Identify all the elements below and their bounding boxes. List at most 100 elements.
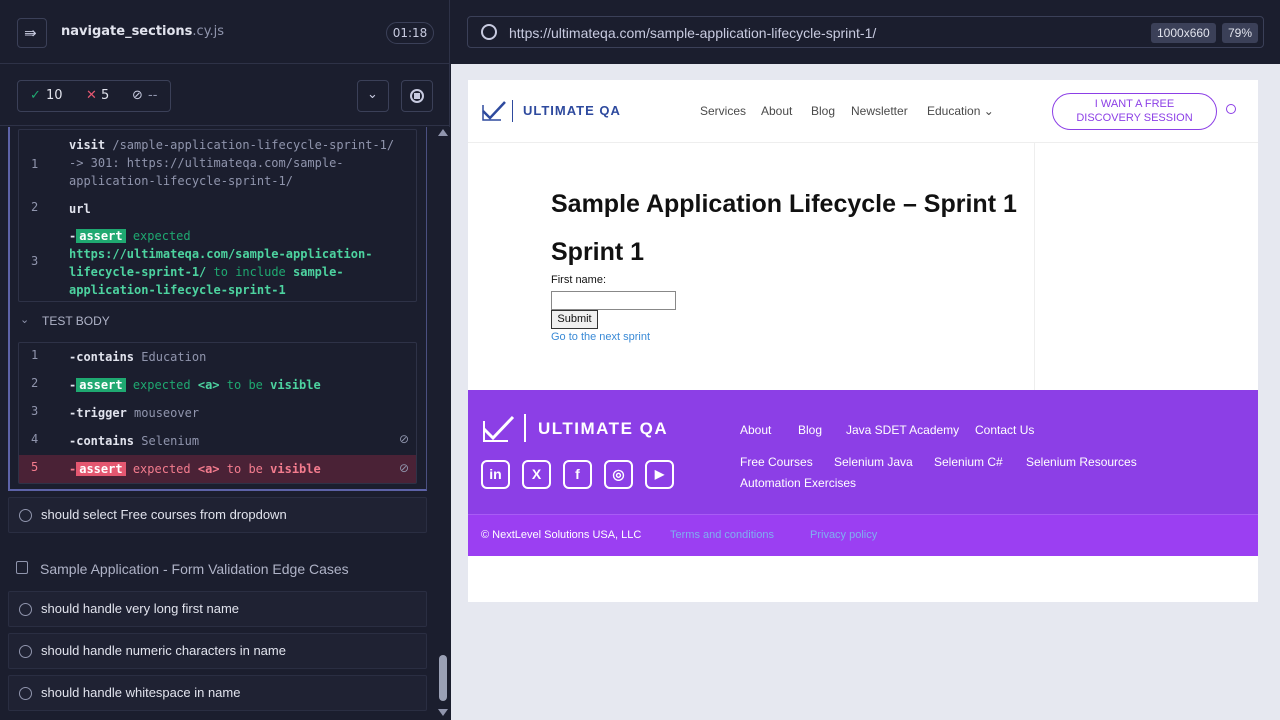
logo-divider (524, 414, 526, 442)
assert-badge: assert (76, 462, 126, 476)
footer-link-selenium-java[interactable]: Selenium Java (834, 455, 913, 469)
test-title: should select Free courses from dropdown (41, 507, 287, 522)
content-divider (1034, 143, 1035, 390)
nav-blog[interactable]: Blog (811, 104, 835, 118)
nav-education[interactable]: Education ⌄ (927, 104, 994, 118)
command-arg: /sample-application-lifecycle-sprint-1/ … (69, 138, 395, 188)
passed-count: 10 (46, 88, 63, 103)
chevron-down-icon: ⌄ (20, 313, 30, 326)
stats-group: ✓ 10 ✕ 5 ⊘ -- (17, 80, 171, 112)
toggle-specs-button[interactable]: ⇛ (17, 18, 47, 48)
command-contains[interactable]: 1 -contains Education (19, 348, 416, 366)
command-trigger[interactable]: 3 -trigger mouseover (19, 404, 416, 422)
command-body: -contains Selenium (69, 434, 200, 448)
facebook-icon[interactable]: f (563, 460, 592, 489)
footer-link-automation-exercises[interactable]: Automation Exercises (740, 476, 856, 490)
command-body: - assert expected <a> to be visible (69, 378, 321, 392)
footer-link-contact[interactable]: Contact Us (975, 423, 1034, 437)
privacy-link[interactable]: Privacy policy (810, 529, 877, 541)
command-number: 3 (31, 254, 39, 268)
spec-name: navigate_sections.cy.js (61, 24, 225, 39)
suite-icon (16, 561, 28, 574)
command-body: url (69, 200, 404, 218)
first-name-input[interactable] (551, 291, 676, 310)
pending-count: -- (148, 88, 158, 103)
eye-slash-icon[interactable]: ⊘ (399, 432, 409, 446)
pending-circle-icon (19, 509, 32, 522)
nav-newsletter[interactable]: Newsletter (851, 104, 908, 118)
scrollbar-thumb[interactable] (439, 655, 447, 701)
before-commands-box: 1 visit /sample-application-lifecycle-sp… (18, 129, 417, 302)
command-number: 3 (31, 404, 39, 418)
command-assert[interactable]: 3 - assert expected https://ultimateqa.co… (19, 227, 416, 299)
test-body-toggle[interactable]: ⌄ TEST BODY (18, 313, 218, 331)
viewport-size-badge[interactable]: 1000x660 (1151, 23, 1216, 43)
options-dropdown-button[interactable]: ⌄ (357, 80, 389, 112)
command-body: - assert expected <a> to be visible (69, 462, 321, 476)
footer-link-free-courses[interactable]: Free Courses (740, 455, 813, 469)
command-log: 1 visit /sample-application-lifecycle-sp… (0, 127, 436, 720)
chevron-down-icon: ⌄ (367, 87, 378, 102)
test-body-commands: 1 -contains Education 2 - assert expected… (18, 342, 417, 484)
eye-slash-icon[interactable]: ⊘ (399, 461, 409, 475)
command-body: -trigger mouseover (69, 406, 200, 420)
instagram-icon[interactable]: ◎ (604, 460, 633, 489)
test-row[interactable]: should handle numeric characters in name (8, 633, 427, 669)
footer-link-about[interactable]: About (740, 423, 771, 437)
chevron-down-icon: ⌄ (983, 104, 994, 118)
check-logo-icon (482, 101, 506, 121)
command-contains[interactable]: 4 -contains Selenium ⊘ (19, 432, 416, 450)
next-sprint-link[interactable]: Go to the next sprint (551, 331, 650, 343)
url-text: https://ultimateqa.com/sample-applicatio… (509, 25, 877, 41)
site-footer: ULTIMATE QA in X f ◎ ▶ About Blog Java S… (468, 390, 1258, 514)
zoom-badge[interactable]: 79% (1222, 23, 1259, 43)
stop-button[interactable] (401, 80, 433, 112)
command-number: 4 (31, 432, 39, 446)
logo-text: ULTIMATE QA (523, 103, 621, 118)
reporter-scrollbar[interactable] (436, 127, 450, 720)
check-logo-icon (482, 415, 515, 442)
command-number: 1 (31, 157, 39, 171)
linkedin-icon[interactable]: in (481, 460, 510, 489)
first-name-label: First name: (551, 274, 607, 286)
site-logo[interactable]: ULTIMATE QA (481, 100, 631, 124)
url-field[interactable]: https://ultimateqa.com/sample-applicatio… (467, 16, 1264, 48)
site-header: ULTIMATE QA Services About Blog Newslett… (468, 80, 1258, 143)
assert-badge: assert (76, 229, 126, 243)
nav-services[interactable]: Services (700, 104, 746, 118)
terms-link[interactable]: Terms and conditions (670, 529, 774, 541)
footer-link-blog[interactable]: Blog (798, 423, 822, 437)
passed-icon: ✓ (30, 88, 41, 103)
test-row[interactable]: should handle whitespace in name (8, 675, 427, 711)
command-body: visit /sample-application-lifecycle-spri… (69, 136, 404, 190)
test-row[interactable]: should select Free courses from dropdown (8, 497, 427, 533)
stats-bar: ✓ 10 ✕ 5 ⊘ -- ⌄ (0, 64, 450, 126)
command-body: - assert expected https://ultimateqa.com/… (69, 229, 373, 297)
logo-divider (512, 100, 513, 122)
sprint-heading: Sprint 1 (551, 238, 645, 266)
youtube-icon[interactable]: ▶ (645, 460, 674, 489)
aut-iframe: ULTIMATE QA Services About Blog Newslett… (468, 80, 1258, 602)
duration-badge: 01:18 (386, 22, 434, 44)
copyright: © NextLevel Solutions USA, LLC (481, 529, 642, 541)
command-assert[interactable]: 2 - assert expected <a> to be visible (19, 376, 416, 394)
command-body: -contains Education (69, 350, 207, 364)
command-url[interactable]: 2 url (19, 200, 416, 218)
command-visit[interactable]: 1 visit /sample-application-lifecycle-sp… (19, 136, 416, 196)
test-body-label: TEST BODY (42, 314, 110, 328)
test-row[interactable]: should handle very long first name (8, 591, 427, 627)
suite-header[interactable]: Sample Application - Form Validation Edg… (8, 557, 427, 581)
footer-link-selenium-csharp[interactable]: Selenium C# (934, 455, 1003, 469)
scroll-up-icon[interactable] (438, 129, 448, 136)
footer-link-java-sdet[interactable]: Java SDET Academy (846, 423, 959, 437)
scroll-down-icon[interactable] (438, 709, 448, 716)
nav-about[interactable]: About (761, 104, 792, 118)
footer-logo[interactable]: ULTIMATE QA (481, 414, 681, 444)
discovery-session-button[interactable]: I WANT A FREE DISCOVERY SESSION (1052, 93, 1217, 130)
suite-title: Sample Application - Form Validation Edg… (40, 561, 349, 577)
command-assert-failed[interactable]: 5 - assert expected <a> to be visible ⊘ (19, 455, 416, 483)
search-icon[interactable] (1226, 104, 1236, 114)
footer-link-selenium-resources[interactable]: Selenium Resources (1026, 455, 1137, 469)
submit-button[interactable]: Submit (551, 310, 598, 329)
x-twitter-icon[interactable]: X (522, 460, 551, 489)
